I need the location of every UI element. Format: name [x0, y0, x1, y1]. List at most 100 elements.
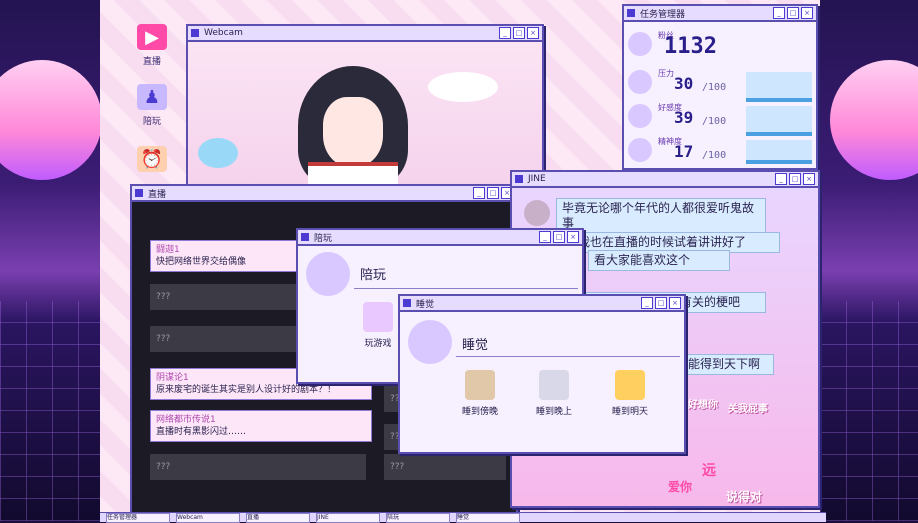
action-label: 睡到傍晚 — [461, 407, 498, 417]
title-bar[interactable]: 直播 _ □ × — [132, 186, 516, 202]
stress-chart — [746, 72, 812, 102]
taskbar-item[interactable]: Webcam — [176, 513, 240, 523]
maximize-button[interactable]: □ — [789, 173, 801, 185]
comment: 网络都市传说1 直播时有黑影闪过…… — [150, 410, 372, 442]
sleep-until-tomorrow-button[interactable]: 睡到明天 — [608, 370, 652, 417]
minimize-button[interactable]: _ — [473, 187, 485, 199]
taskbar-item[interactable]: 直播 — [246, 513, 310, 523]
close-button[interactable]: × — [801, 7, 813, 19]
neon-grid-left — [0, 301, 100, 521]
webcam-feed — [188, 42, 542, 190]
stat-max: 100 — [708, 82, 727, 93]
chat-message: 毕竟无论哪个年代的人都很爱听鬼故事 — [556, 198, 766, 234]
stat-max: 100 — [708, 150, 727, 161]
window-title: JINE — [528, 174, 546, 184]
maximize-button[interactable]: □ — [513, 27, 525, 39]
close-button[interactable]: × — [803, 173, 815, 185]
window-heading: 睡觉 — [462, 338, 489, 353]
desktop-icon-play[interactable]: ♟ 陪玩 — [128, 84, 176, 127]
window-title: 睡觉 — [416, 299, 435, 310]
maximize-button[interactable]: □ — [553, 231, 565, 243]
sticker[interactable]: 好想你 — [688, 396, 718, 411]
desktop-icon-label: 直播 — [142, 57, 161, 67]
divider — [354, 288, 578, 289]
chat-message: 看大家能喜欢这个 — [588, 250, 730, 271]
close-button[interactable]: × — [567, 231, 579, 243]
maximize-button[interactable]: □ — [487, 187, 499, 199]
comment-empty: ??? — [384, 454, 506, 480]
gamepad-icon — [363, 302, 393, 332]
taskbar-item[interactable]: 睡觉 — [456, 513, 520, 523]
close-button[interactable]: × — [527, 27, 539, 39]
stat-label: 压力 — [658, 69, 674, 78]
comment-empty: ??? — [150, 454, 366, 480]
webcam-window[interactable]: Webcam _ □ × — [186, 24, 544, 192]
sleep-until-evening-button[interactable]: 睡到傍晚 — [458, 370, 502, 417]
sleep-window[interactable]: 睡觉 _ □ × 睡觉 睡到傍晚 睡到晚上 睡到明天 — [398, 294, 686, 454]
window-title: 直播 — [148, 189, 167, 200]
minimize-button[interactable]: _ — [775, 173, 787, 185]
action-label: 玩游戏 — [364, 339, 392, 349]
action-label: 睡到明天 — [611, 407, 648, 417]
sticker[interactable]: 远 — [702, 460, 716, 480]
action-label: 睡到晚上 — [535, 407, 572, 417]
sunset-left — [0, 60, 102, 180]
window-title: 陪玩 — [314, 233, 333, 244]
window-icon — [135, 189, 143, 197]
plush-toys — [428, 72, 498, 102]
window-icon — [191, 29, 199, 37]
sticker[interactable]: 爱你 — [668, 478, 692, 495]
title-bar[interactable]: 睡觉 _ □ × — [400, 296, 684, 312]
taskbar-item[interactable]: 陪玩 — [386, 513, 450, 523]
comment-text: 快把网络世界交给偶像 — [156, 257, 247, 267]
window-icon — [403, 299, 411, 307]
minimize-button[interactable]: _ — [539, 231, 551, 243]
chat-message: 能得到天下啊 — [682, 354, 774, 375]
maximize-button[interactable]: □ — [787, 7, 799, 19]
play-game-button[interactable]: 玩游戏 — [358, 302, 398, 349]
stat-max: 100 — [708, 116, 727, 127]
alarm-clock-icon: ⏰ — [137, 146, 167, 172]
task-manager-window[interactable]: 任务管理器 _ □ × 粉丝 1132 压力 30 /100 好感度 39 /1… — [622, 4, 818, 170]
title-bar[interactable]: 任务管理器 _ □ × — [624, 6, 816, 22]
minimize-button[interactable]: _ — [773, 7, 785, 19]
comment-text: 直播时有黑影闪过…… — [156, 427, 247, 437]
stat-value: 1132 — [664, 34, 717, 59]
stat-affection: 好感度 39 /100 — [628, 102, 812, 136]
title-bar[interactable]: 陪玩 _ □ × — [298, 230, 582, 246]
desktop-icon-stream[interactable]: ▶ 直播 — [128, 24, 176, 67]
sleep-until-night-button[interactable]: 睡到晚上 — [532, 370, 576, 417]
close-button[interactable]: × — [669, 297, 681, 309]
affection-icon — [628, 104, 652, 128]
title-bar[interactable]: Webcam _ □ × — [188, 26, 542, 42]
window-icon — [627, 9, 635, 17]
window-title: Webcam — [204, 28, 243, 38]
neon-grid-right — [820, 301, 918, 521]
alarm-clock-icon — [408, 320, 452, 364]
taskbar-item[interactable]: 任务管理器 — [106, 513, 170, 523]
mental-icon — [628, 138, 652, 162]
title-bar[interactable]: JINE _ □ × — [512, 172, 818, 188]
stat-mental: 精神度 17 /100 — [628, 136, 812, 168]
sunset-icon — [465, 370, 495, 400]
desktop-icon-sleep[interactable]: ⏰ — [128, 146, 176, 176]
maximize-button[interactable]: □ — [655, 297, 667, 309]
taskbar-item[interactable]: JINE — [316, 513, 380, 523]
minimize-button[interactable]: _ — [499, 27, 511, 39]
affection-chart — [746, 106, 812, 136]
comment: 闘迦1 快把网络世界交给偶像 — [150, 240, 304, 272]
streamer-avatar — [323, 97, 383, 167]
sticker[interactable]: 说得对 — [726, 488, 762, 505]
followers-icon — [628, 32, 652, 56]
window-icon — [515, 175, 523, 183]
stat-followers: 粉丝 1132 — [628, 30, 812, 62]
game-icon: ♟ — [137, 84, 167, 110]
sticker[interactable]: 关我屁事 — [728, 400, 768, 415]
window-icon — [301, 233, 309, 241]
comment-text: 原来废宅的诞生其实是别人设计好的剧本？！ — [156, 385, 337, 395]
stress-icon — [628, 70, 652, 94]
heart-balloon — [198, 138, 238, 168]
stat-value: 39 — [674, 108, 694, 127]
minimize-button[interactable]: _ — [641, 297, 653, 309]
stream-icon: ▶ — [137, 24, 167, 50]
